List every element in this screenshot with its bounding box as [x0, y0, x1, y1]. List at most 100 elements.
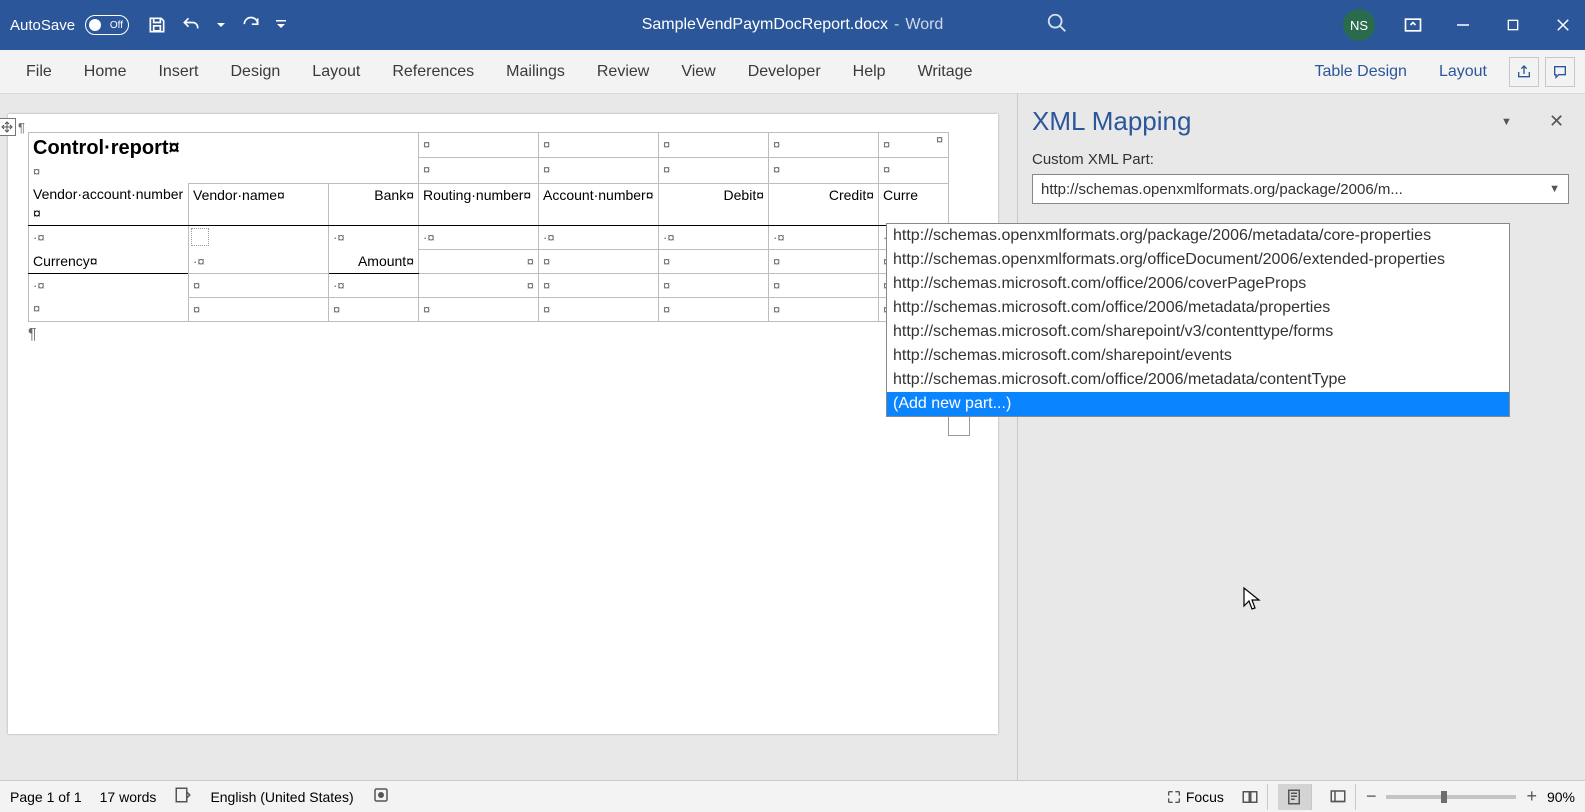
share-icon[interactable] — [1509, 57, 1539, 87]
document-page[interactable]: ¶ Control·report¤ ¤ ¤¤ ¤¤¤ ¤ ¤ — [8, 114, 998, 734]
dropdown-item[interactable]: http://schemas.microsoft.com/sharepoint/… — [887, 320, 1509, 344]
close-icon[interactable] — [1551, 13, 1575, 37]
qat-customize-icon[interactable] — [275, 15, 287, 35]
table-row[interactable]: Currency¤ Amount¤ ¤¤ ¤¤¤ — [29, 250, 949, 274]
custom-xml-part-label: Custom XML Part: — [1032, 151, 1569, 168]
tab-insert[interactable]: Insert — [142, 53, 214, 91]
title-bar: AutoSave Off SampleVendPaymDocReport.doc… — [0, 0, 1585, 50]
table-row[interactable]: ·¤ ·¤ ·¤ ·¤·¤ ·¤·¤·¤ — [29, 226, 949, 250]
comments-icon[interactable] — [1545, 57, 1575, 87]
status-bar: Page 1 of 1 17 words English (United Sta… — [0, 780, 1585, 812]
dropdown-item[interactable]: http://schemas.microsoft.com/office/2006… — [887, 272, 1509, 296]
tab-mailings[interactable]: Mailings — [490, 53, 581, 91]
chevron-down-icon: ▼ — [1549, 183, 1560, 195]
col-amount: Amount¤ — [329, 250, 419, 274]
title-right: NS — [1343, 9, 1575, 41]
xml-mapping-pane: XML Mapping ▼ ✕ Custom XML Part: http://… — [1017, 94, 1585, 780]
title-separator: - — [894, 16, 899, 34]
row-end-mark: ¤ — [936, 132, 943, 147]
col-bank: Bank¤ — [329, 183, 419, 225]
undo-dropdown-icon[interactable] — [215, 15, 227, 35]
ribbon-tabs: File Home Insert Design Layout Reference… — [0, 50, 1585, 94]
macro-icon[interactable] — [372, 786, 390, 807]
read-mode-icon[interactable] — [1234, 784, 1268, 810]
app-name: Word — [905, 16, 943, 34]
combo-value: http://schemas.openxmlformats.org/packag… — [1041, 181, 1403, 198]
table-row[interactable]: ·¤ ¤ ·¤ ¤¤ ¤¤¤ — [29, 273, 949, 297]
col-vendor-name: Vendor·name¤ — [189, 183, 329, 225]
custom-xml-part-dropdown[interactable]: http://schemas.openxmlformats.org/packag… — [886, 223, 1510, 417]
table-move-handle-icon[interactable] — [0, 118, 16, 136]
dropdown-item[interactable]: http://schemas.microsoft.com/sharepoint/… — [887, 344, 1509, 368]
spellcheck-icon[interactable] — [174, 786, 192, 807]
autosave-state: Off — [110, 20, 123, 31]
web-layout-icon[interactable] — [1322, 784, 1356, 810]
tab-developer[interactable]: Developer — [732, 53, 837, 91]
paragraph-mark: ¶ — [18, 120, 25, 135]
col-account: Account·number¤ — [539, 183, 659, 225]
dropdown-item[interactable]: http://schemas.openxmlformats.org/packag… — [887, 224, 1509, 248]
pane-options-icon[interactable]: ▼ — [1501, 116, 1521, 128]
table-header-row[interactable]: Vendor·account·number¤ Vendor·name¤ Bank… — [29, 183, 949, 225]
table-resize-handle-icon[interactable] — [948, 414, 970, 436]
document-area[interactable]: ¶ Control·report¤ ¤ ¤¤ ¤¤¤ ¤ ¤ — [0, 94, 1017, 780]
status-right: Focus − + 90% — [1166, 784, 1575, 810]
tab-layout[interactable]: Layout — [296, 53, 376, 91]
tab-design[interactable]: Design — [214, 53, 296, 91]
paragraph-mark: ¶ — [28, 326, 992, 344]
col-currency: Curre — [879, 183, 949, 225]
table-row[interactable]: ¤ ¤¤ ¤¤ ¤¤¤ — [29, 297, 949, 321]
ribbon-display-icon[interactable] — [1401, 13, 1425, 37]
tab-file[interactable]: File — [10, 53, 68, 91]
redo-icon[interactable] — [241, 15, 261, 35]
maximize-icon[interactable] — [1501, 13, 1525, 37]
tab-table-layout[interactable]: Layout — [1423, 53, 1503, 91]
minimize-icon[interactable] — [1451, 13, 1475, 37]
report-title: Control·report¤ — [33, 137, 180, 159]
tab-table-design[interactable]: Table Design — [1298, 53, 1423, 91]
search-icon[interactable] — [1046, 12, 1068, 39]
tab-help[interactable]: Help — [837, 53, 902, 91]
focus-label: Focus — [1186, 789, 1224, 805]
status-words[interactable]: 17 words — [100, 789, 157, 805]
zoom-value[interactable]: 90% — [1547, 789, 1575, 805]
tab-view[interactable]: View — [665, 53, 731, 91]
undo-icon[interactable] — [181, 15, 201, 35]
pane-title: XML Mapping — [1032, 106, 1501, 137]
autosave-group: AutoSave Off — [10, 15, 129, 35]
col-routing: Routing·number¤ — [419, 183, 539, 225]
zoom-in-icon[interactable]: + — [1526, 786, 1537, 807]
zoom-slider[interactable] — [1386, 795, 1516, 799]
zoom-out-icon[interactable]: − — [1366, 786, 1377, 807]
dropdown-item[interactable]: http://schemas.openxmlformats.org/office… — [887, 248, 1509, 272]
cell-mark: ¤ — [33, 163, 40, 181]
user-avatar[interactable]: NS — [1343, 9, 1375, 41]
status-page[interactable]: Page 1 of 1 — [10, 789, 82, 805]
document-table[interactable]: Control·report¤ ¤ ¤¤ ¤¤¤ ¤¤ ¤¤¤ Vendor·a… — [28, 132, 949, 322]
save-icon[interactable] — [147, 15, 167, 35]
tab-review[interactable]: Review — [581, 53, 665, 91]
col-debit: Debit¤ — [659, 183, 769, 225]
dropdown-item-add-new[interactable]: (Add new part...) — [887, 392, 1509, 416]
custom-xml-part-combo[interactable]: http://schemas.openxmlformats.org/packag… — [1032, 174, 1569, 204]
focus-icon[interactable]: Focus — [1166, 789, 1224, 805]
tab-references[interactable]: References — [376, 53, 490, 91]
print-layout-icon[interactable] — [1278, 784, 1312, 810]
quick-access-toolbar — [147, 15, 287, 35]
col-credit: Credit¤ — [769, 183, 879, 225]
main-area: ¶ Control·report¤ ¤ ¤¤ ¤¤¤ ¤ ¤ — [0, 94, 1585, 780]
window-title: SampleVendPaymDocReport.docx - Word — [642, 16, 944, 34]
autosave-label: AutoSave — [10, 17, 75, 34]
pane-close-icon[interactable]: ✕ — [1549, 111, 1569, 132]
col-currency-2: Currency¤ — [29, 250, 189, 274]
table-row[interactable]: Control·report¤ ¤ ¤¤ ¤¤¤ — [29, 133, 949, 158]
pane-header: XML Mapping ▼ ✕ — [1032, 106, 1569, 137]
col-vendor-account: Vendor·account·number¤ — [29, 183, 189, 225]
autosave-toggle[interactable]: Off — [85, 15, 129, 35]
status-language[interactable]: English (United States) — [210, 789, 353, 805]
dropdown-item[interactable]: http://schemas.microsoft.com/office/2006… — [887, 296, 1509, 320]
dropdown-item[interactable]: http://schemas.microsoft.com/office/2006… — [887, 368, 1509, 392]
document-name: SampleVendPaymDocReport.docx — [642, 16, 888, 34]
tab-writage[interactable]: Writage — [902, 53, 989, 91]
tab-home[interactable]: Home — [68, 53, 143, 91]
